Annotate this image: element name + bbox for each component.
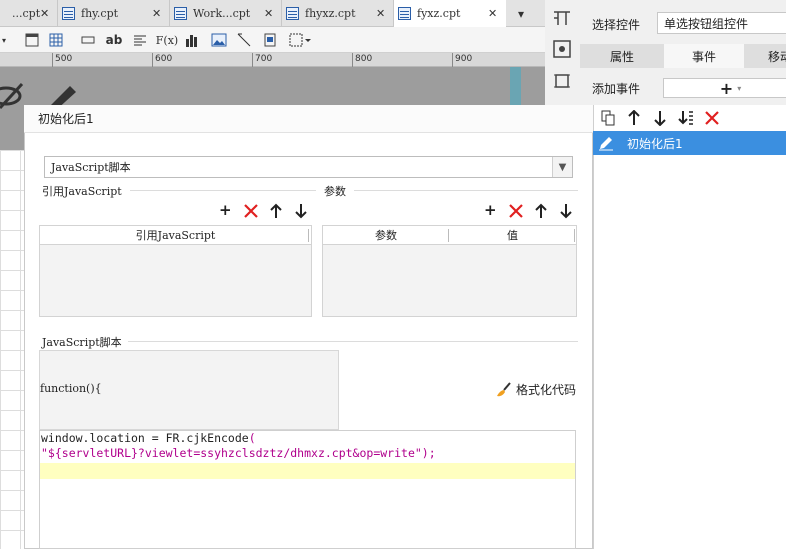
add-event-label: 添加事件: [592, 82, 641, 96]
tab-menu-icon[interactable]: ▾: [518, 0, 524, 27]
tab-move[interactable]: 移动: [744, 44, 786, 68]
copy-icon[interactable]: [601, 110, 615, 126]
toolbar: ▾ ab F(x): [0, 27, 545, 53]
code-line-1: window.location = FR.cjkEncode(: [41, 431, 256, 445]
close-icon[interactable]: ✕: [376, 0, 385, 27]
close-icon[interactable]: ✕: [264, 0, 273, 27]
text-icon[interactable]: ab: [104, 31, 124, 49]
tab-bar: ...cpt ✕ fhy.cpt ✕ Work...cpt ✕ fhyxz.cp…: [0, 0, 545, 27]
tab-events[interactable]: 事件: [664, 44, 744, 68]
tab-file-4[interactable]: fhyxz.cpt: [286, 0, 356, 27]
event-list: [593, 105, 786, 549]
file-icon: [174, 7, 187, 20]
param-column-header: 参数: [323, 226, 449, 245]
delete-param-icon[interactable]: [509, 204, 523, 218]
select-widget-label: 选择控件: [592, 18, 641, 32]
format-code-button[interactable]: 格式化代码: [496, 381, 576, 398]
table-icon[interactable]: [48, 31, 64, 49]
slash-icon[interactable]: [236, 31, 252, 49]
grid-area: [0, 150, 24, 549]
add-param-icon[interactable]: +: [484, 203, 497, 218]
widget-icon[interactable]: [553, 40, 571, 58]
move-up-icon[interactable]: [270, 203, 282, 219]
script-type-select[interactable]: JavaScript脚本 ▼: [44, 156, 573, 178]
close-icon[interactable]: ✕: [40, 0, 49, 27]
move-bottom-icon[interactable]: [678, 110, 694, 126]
file-icon: [286, 7, 299, 20]
params-section-label: 参数: [324, 185, 346, 198]
tab-file-2[interactable]: fhy.cpt: [62, 0, 118, 27]
move-down-icon[interactable]: [295, 203, 307, 219]
current-line-highlight: [40, 463, 575, 479]
param-down-icon[interactable]: [560, 203, 572, 219]
chevron-down-icon: ▾: [737, 83, 742, 93]
move-down-icon[interactable]: [654, 110, 666, 126]
tab-file-1[interactable]: ...cpt: [12, 0, 40, 27]
frame-icon[interactable]: [553, 72, 571, 90]
selected-widget-edge: [510, 67, 521, 105]
delete-icon[interactable]: [244, 204, 258, 218]
bar-chart-icon[interactable]: [184, 31, 200, 49]
page-icon[interactable]: [24, 31, 40, 49]
doc-icon[interactable]: [262, 31, 278, 49]
image-icon[interactable]: [210, 31, 228, 49]
add-event-dropdown[interactable]: + ▾: [663, 78, 786, 98]
move-up-icon[interactable]: [628, 110, 640, 126]
param-up-icon[interactable]: [535, 203, 547, 219]
script-section-label: JavaScript脚本: [42, 336, 122, 349]
add-icon: +: [719, 78, 734, 98]
textbox-icon[interactable]: [80, 31, 96, 49]
edit-icon: [599, 137, 613, 151]
close-icon[interactable]: ✕: [152, 0, 161, 27]
event-item[interactable]: 初始化后1: [593, 131, 786, 155]
ruler: 500 600 700 800 900: [0, 53, 545, 67]
border-icon[interactable]: [288, 31, 312, 49]
value-column-header: 值: [449, 226, 576, 245]
chevron-down-icon[interactable]: ▼: [552, 157, 572, 177]
dialog-title: 初始化后1: [24, 105, 593, 133]
tab-file-3[interactable]: Work...cpt: [174, 0, 250, 27]
ref-js-section-label: 引用JavaScript: [42, 185, 122, 198]
align-icon[interactable]: [132, 31, 148, 49]
close-icon[interactable]: ✕: [488, 0, 497, 27]
formula-icon[interactable]: F(x): [156, 31, 178, 49]
dropdown-icon[interactable]: ▾: [0, 31, 8, 49]
file-icon: [62, 7, 75, 20]
file-icon: [398, 7, 411, 20]
delete-icon[interactable]: [705, 111, 719, 125]
tab-properties[interactable]: 属性: [580, 44, 664, 68]
code-line-2: "${servletURL}?viewlet=ssyhzclsdztz/dhmx…: [41, 446, 436, 460]
brush-icon: [497, 381, 511, 396]
ref-js-column-header: 引用JavaScript: [40, 226, 311, 245]
layout-icon[interactable]: [553, 8, 571, 26]
select-widget-dropdown[interactable]: 单选按钮组控件: [657, 12, 786, 34]
function-header: function(){: [40, 382, 102, 395]
add-icon[interactable]: +: [219, 203, 232, 218]
